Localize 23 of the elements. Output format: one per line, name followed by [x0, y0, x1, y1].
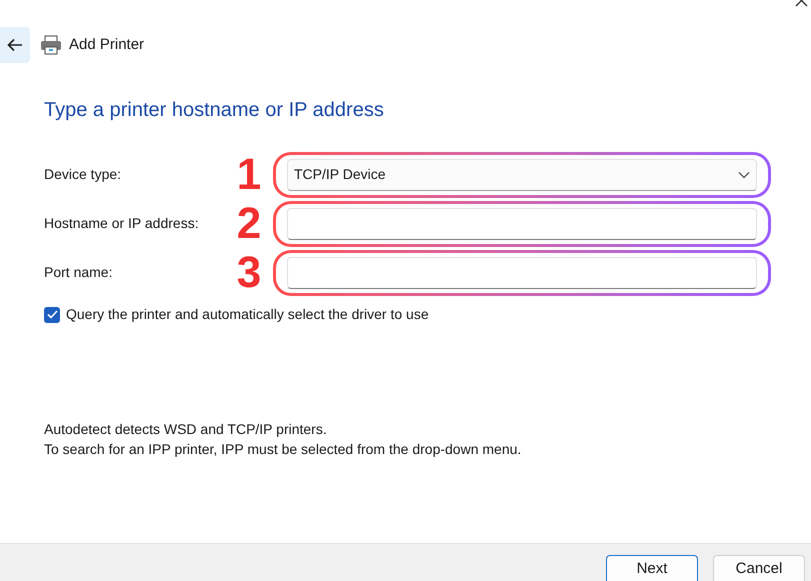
close-icon[interactable]: [795, 0, 808, 8]
checkbox-label: Query the printer and automatically select the driver to use: [66, 305, 429, 324]
chevron-down-icon: [738, 170, 750, 178]
back-button[interactable]: [0, 27, 30, 63]
field-label: Hostname or IP address:: [44, 214, 200, 233]
annotation-number: 1: [236, 152, 262, 196]
device-type-dropdown[interactable]: TCP/IP Device: [287, 158, 757, 190]
page-heading: Type a printer hostname or IP address: [44, 98, 385, 123]
annotation-number: 3: [236, 250, 262, 294]
printer-icon: [40, 35, 62, 55]
info-text: To search for an IPP printer, IPP must be selected from the drop-down menu.: [44, 440, 522, 459]
checkbox[interactable]: [44, 306, 60, 322]
dialog-button[interactable]: Cancel: [713, 555, 805, 581]
info-text: Autodetect detects WSD and TCP/IP printers.: [44, 420, 328, 439]
dialog-button[interactable]: Next: [606, 555, 698, 581]
text-field[interactable]: [287, 208, 757, 240]
back-arrow-icon: [7, 38, 23, 52]
checkmark-icon: [46, 310, 58, 319]
annotation-number: 2: [236, 202, 262, 246]
field-label: Port name:: [44, 263, 114, 282]
text-field[interactable]: [287, 256, 757, 288]
field-label: Device type:: [44, 165, 122, 184]
window-title: Add Printer: [69, 34, 144, 55]
